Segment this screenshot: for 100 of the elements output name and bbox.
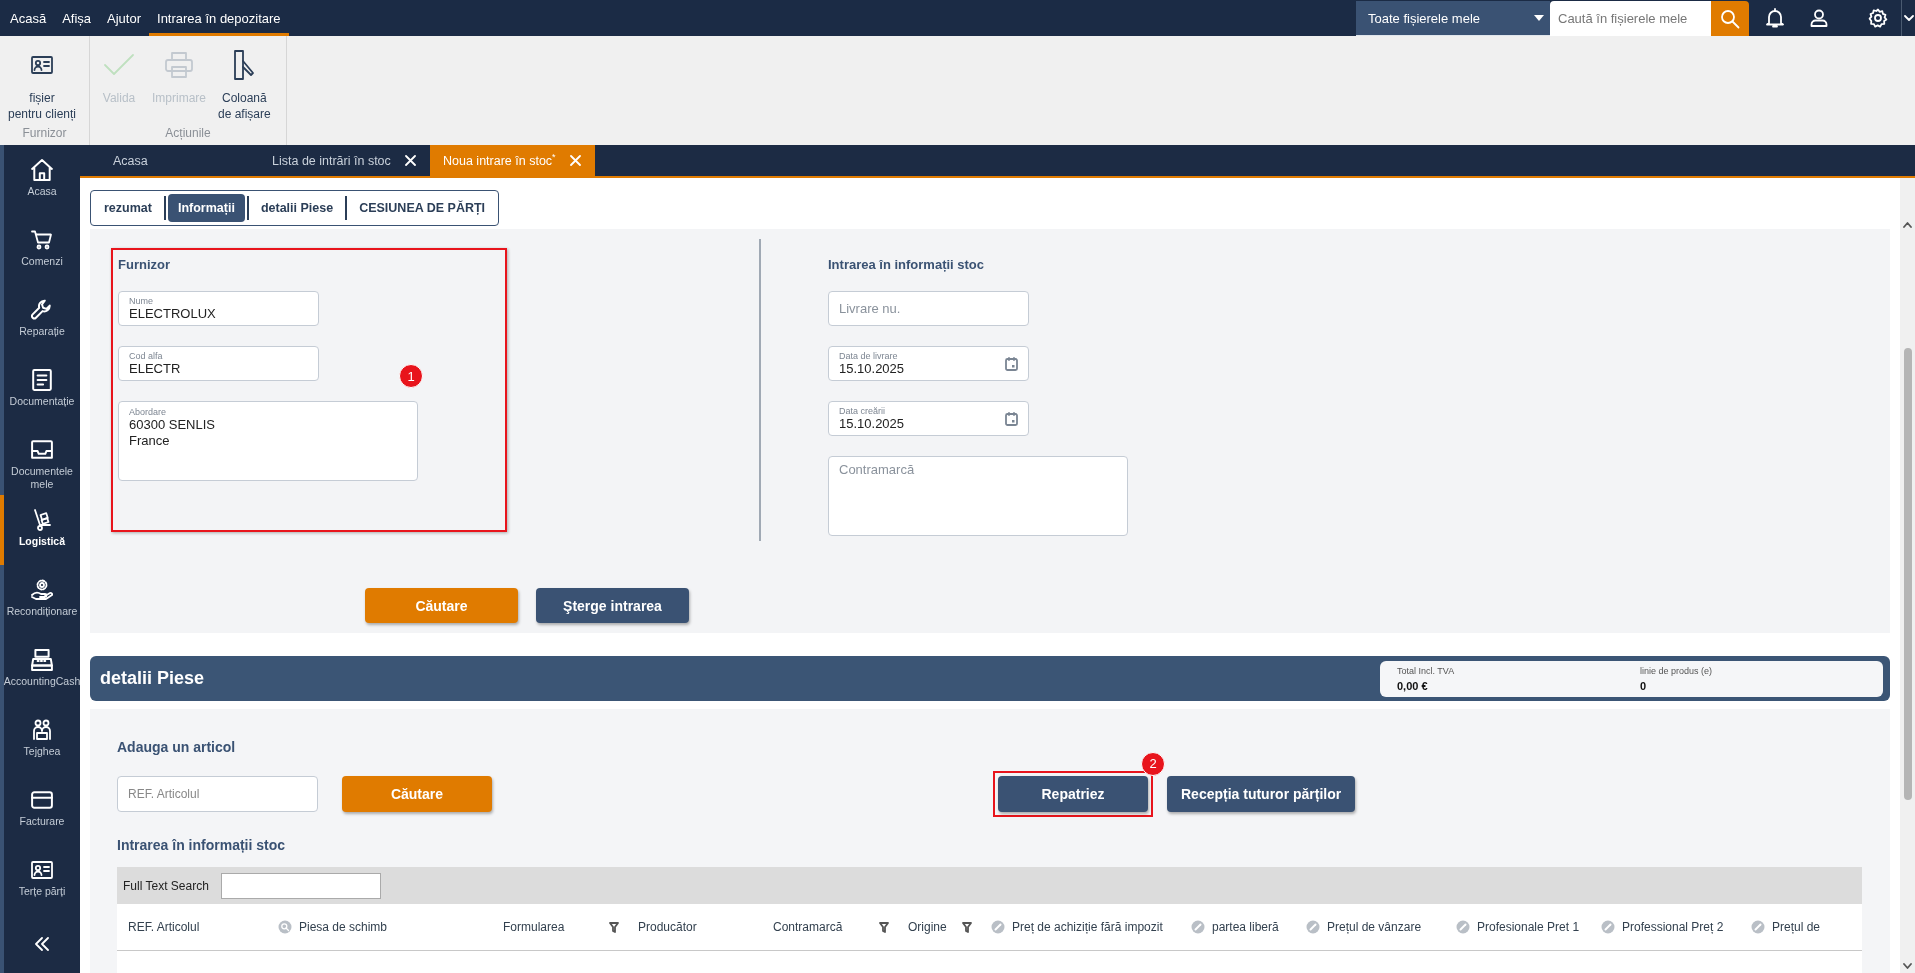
summary-label: linie de produs (e) (1640, 665, 1714, 676)
summary-value: 0 (1640, 679, 1648, 692)
document-tab[interactable]: Lista de intrări în stoc (255, 145, 430, 176)
caret-icon (1534, 15, 1544, 21)
edit-circle-icon (1751, 920, 1765, 934)
close-icon (405, 155, 416, 166)
settings-icon (1868, 8, 1888, 28)
search-field[interactable]: Caută în fișierele mele (1550, 1, 1711, 36)
nav-item[interactable]: Documentație (0, 355, 80, 425)
date-input[interactable]: 15.10.2025 (839, 361, 999, 376)
scrollbar-thumb[interactable] (1903, 348, 1912, 800)
nav-item[interactable]: Documentele mele (0, 425, 80, 495)
text-field[interactable]: Nume ELECTROLUX (118, 291, 319, 326)
section-tab[interactable]: CESIUNEA DE PĂRȚI (349, 194, 496, 222)
cash-register-icon (31, 649, 53, 671)
date-field[interactable]: Data de livrare 15.10.2025 (828, 346, 1029, 381)
filter-icon (962, 921, 972, 933)
section-tab[interactable]: detalii Piese (250, 194, 344, 222)
file-filter-dropdown[interactable]: Toate fișierele mele (1356, 1, 1550, 36)
people-icon (31, 719, 53, 741)
double-chevron-icon (34, 937, 50, 951)
column-header[interactable]: Piesa de schimb (267, 904, 492, 950)
wrench-icon (31, 299, 53, 321)
text-area[interactable]: Contramarcă (828, 456, 1128, 536)
field-label: Data creării (839, 406, 885, 416)
column-header[interactable]: Preț de achiziție fără impozit (980, 904, 1180, 950)
edit-circle-icon (1601, 920, 1615, 934)
column-header[interactable]: Profesionale Pret 1 (1445, 904, 1590, 950)
text-field[interactable]: Cod alfa ELECTR (118, 346, 319, 381)
section-tab[interactable]: Informații (167, 194, 245, 222)
nav-item[interactable]: Acasa (0, 145, 80, 215)
scroll-up-icon (1903, 222, 1912, 228)
hand-truck-icon (31, 509, 53, 531)
text-input[interactable]: ELECTR (129, 361, 308, 376)
date-input[interactable]: 15.10.2025 (839, 416, 999, 431)
user-icon (1810, 9, 1828, 27)
ribbon-button[interactable]: Coloană de afișare (214, 48, 275, 122)
search-icon (1720, 8, 1740, 29)
section-heading: Adauga un articol (117, 739, 237, 755)
column-header[interactable]: Formularea (492, 904, 627, 950)
checkmark-icon (102, 52, 136, 78)
column-header[interactable]: Origine (897, 904, 980, 950)
group-label: Acțiunile (164, 125, 212, 142)
section-tab[interactable]: rezumat (94, 194, 162, 222)
nav-item[interactable]: Facturare (0, 775, 80, 845)
text-field[interactable]: Livrare nu. (828, 291, 1029, 326)
text-input[interactable]: ELECTROLUX (129, 306, 308, 321)
reference-field[interactable]: REF. Articolul (117, 775, 318, 812)
text-area[interactable]: Abordare 60300 SENLIS France (118, 401, 418, 481)
filter-icon (609, 921, 619, 933)
date-field[interactable]: Data creării 15.10.2025 (828, 401, 1029, 436)
text-input[interactable]: Contramarcă (839, 462, 1117, 530)
calendar-icon (1005, 411, 1018, 426)
nav-item[interactable]: Comenzi (0, 215, 80, 285)
action-button[interactable]: Repatriez (998, 775, 1148, 812)
nav-item[interactable]: Reparație (0, 285, 80, 355)
cart-icon (31, 229, 53, 251)
document-icon (31, 369, 53, 391)
edit-circle-icon (1456, 920, 1470, 934)
column-header[interactable]: Producător (627, 904, 762, 950)
column-header[interactable]: Contramarcă (762, 904, 897, 950)
text-input[interactable]: Livrare nu. (839, 301, 1018, 316)
chevron-down-icon (1903, 15, 1914, 21)
column-header[interactable]: partea liberă (1180, 904, 1295, 950)
column-header[interactable]: Professional Preț 2 (1590, 904, 1740, 950)
menu-item[interactable]: Afișa (54, 0, 100, 36)
card-icon (31, 789, 53, 811)
document-tab[interactable]: Acasa (80, 145, 255, 176)
nav-item[interactable]: Terțe părți (0, 845, 80, 915)
search-label: Full Text Search (123, 878, 209, 893)
action-button[interactable]: Recepția tuturor părților (1167, 775, 1356, 812)
menu-item[interactable]: Ajutor (99, 0, 149, 36)
section-heading: Furnizor (118, 257, 171, 272)
close-button[interactable] (405, 155, 416, 166)
filter-icon (879, 921, 889, 933)
column-header[interactable]: Prețul de (1740, 904, 1862, 950)
step-badge: 1 (399, 364, 423, 388)
text-input[interactable]: 60300 SENLIS France (129, 417, 407, 475)
section-heading: Intrarea în informații stoc (117, 837, 287, 853)
menu-item[interactable]: Acasă (2, 0, 55, 36)
home-icon (31, 159, 53, 181)
nav-item[interactable]: AccountingCash (0, 635, 80, 705)
group-label: Furnizor (21, 125, 68, 142)
delete-button[interactable]: Şterge intrarea (536, 588, 689, 623)
calendar-icon (1005, 356, 1018, 371)
ribbon-button[interactable]: fișier pentru clienți (4, 48, 81, 122)
close-icon (569, 155, 581, 166)
nav-item[interactable]: Recondiționare (0, 565, 80, 635)
field-label: Nume (129, 296, 153, 306)
nav-item[interactable]: Tejghea (0, 705, 80, 775)
scroll-down-icon (1903, 963, 1912, 969)
column-header[interactable]: Prețul de vânzare (1295, 904, 1445, 950)
summary-value: 0,00 € (1397, 679, 1429, 692)
column-icon (232, 49, 257, 81)
step-badge: 2 (1141, 751, 1165, 776)
edit-circle-icon (1306, 920, 1320, 934)
full-text-search-field[interactable] (220, 872, 381, 899)
section-heading: Intrarea în informații stoc (828, 257, 986, 272)
column-header[interactable]: REF. Articolul (117, 904, 267, 950)
field-label: Data de livrare (839, 351, 898, 361)
